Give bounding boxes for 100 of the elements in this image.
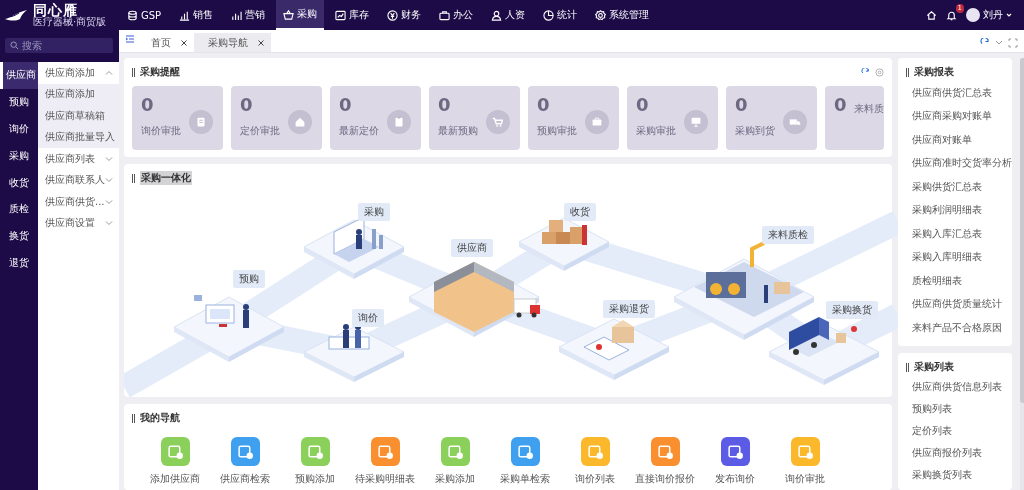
submenu-group[interactable]: 供应商设置 — [45, 216, 95, 231]
top-nav-tab[interactable]: 办公 — [432, 0, 481, 30]
search-icon — [10, 41, 19, 50]
reminder-card[interactable]: 0 询价审批 — [132, 86, 223, 150]
chevron-icon[interactable] — [105, 220, 113, 227]
quick-nav-link[interactable]: 采购添加 — [420, 437, 490, 486]
sidebar-item[interactable]: 换货 — [0, 222, 38, 250]
quick-nav-link[interactable]: 询价审批 — [770, 437, 840, 486]
list-link[interactable]: 供应商供货信息列表 — [906, 376, 1012, 398]
reminder-card[interactable]: 0 定价审批 — [231, 86, 322, 150]
top-nav-tab[interactable]: 采购 — [276, 0, 325, 30]
submenu-group[interactable]: 供应商联系人 — [45, 173, 105, 188]
reminder-card[interactable]: 0 来料质 — [825, 86, 884, 150]
panel-title: 采购一体化 — [140, 171, 192, 185]
report-link[interactable]: 供应商采购对账单 — [906, 104, 1012, 128]
fullscreen-icon[interactable] — [1008, 37, 1018, 48]
report-link[interactable]: 来料产品不合格原因 — [906, 316, 1012, 340]
report-link[interactable]: 供应商对账单 — [906, 128, 1012, 152]
step-label[interactable]: 采购 — [358, 203, 390, 221]
step-label[interactable]: 采购换货 — [826, 301, 878, 319]
top-nav-tab[interactable]: 财务 — [380, 0, 429, 30]
home-icon[interactable] — [926, 9, 937, 21]
sidebar-item[interactable]: 预购 — [0, 88, 38, 116]
quick-nav-link[interactable]: 供应商检索 — [210, 437, 280, 486]
sidebar-item[interactable]: 供应商 — [0, 62, 38, 89]
reminder-card[interactable]: 0 采购审批 — [627, 86, 718, 150]
page-tab[interactable]: 首页 — [137, 33, 194, 52]
step-label[interactable]: 来料质检 — [762, 226, 814, 244]
settings-icon[interactable] — [875, 67, 884, 77]
quick-nav-link[interactable]: 询价列表 — [560, 437, 630, 486]
panel-title: 采购报表 — [914, 65, 954, 79]
submenu-group[interactable]: 供应商列表 — [45, 151, 95, 166]
quick-nav-link[interactable]: 预购添加 — [280, 437, 350, 486]
submenu-group[interactable]: 供应商供货... — [45, 194, 105, 209]
top-nav-tab[interactable]: 库存 — [328, 0, 377, 30]
list-link[interactable]: 供应商报价列表 — [906, 442, 1012, 464]
top-nav-tab[interactable]: 统计 — [536, 0, 585, 30]
report-link[interactable]: 质检明细表 — [906, 269, 1012, 293]
quick-nav-link[interactable]: 待采购明细表 — [350, 437, 420, 486]
reminder-label: 最新定价 — [339, 124, 380, 138]
reminder-card[interactable]: 0 最新定价 — [330, 86, 421, 150]
chevron-down-icon[interactable] — [995, 38, 1003, 47]
step-label[interactable]: 收货 — [564, 203, 596, 221]
reminder-label: 采购到货 — [735, 124, 776, 138]
quick-nav-link[interactable]: 发布询价 — [700, 437, 770, 486]
report-link[interactable]: 采购入库明细表 — [906, 245, 1012, 269]
reminder-card[interactable]: 0 最新预购 — [429, 86, 520, 150]
bell-icon[interactable] — [946, 9, 957, 21]
list-link[interactable]: 采购换货列表 — [906, 464, 1012, 486]
panel-title: 采购提醒 — [140, 65, 180, 79]
top-nav-tab[interactable]: 销售 — [172, 0, 221, 30]
house-icon — [293, 115, 307, 129]
search-field[interactable]: 搜索 — [5, 38, 113, 53]
report-link[interactable]: 供应商准时交货率分析 — [906, 151, 1012, 175]
sidebar-item[interactable]: 质检 — [0, 196, 38, 223]
people-drawing — [328, 324, 370, 350]
step-label[interactable]: 预购 — [233, 270, 265, 288]
collapse-menu-icon[interactable] — [125, 34, 135, 44]
submenu-item[interactable]: 供应商添加 — [38, 83, 119, 105]
sidebar-item[interactable]: 收货 — [0, 169, 38, 196]
list-link[interactable]: 预购列表 — [906, 398, 1012, 420]
report-link[interactable]: 采购入库汇总表 — [906, 222, 1012, 246]
top-nav-tab[interactable]: 系统管理 — [588, 0, 657, 30]
person-icon — [491, 9, 503, 21]
truck-drawing — [789, 317, 857, 357]
chevron-icon[interactable] — [105, 155, 113, 162]
reminder-count: 0 — [636, 94, 650, 116]
report-link[interactable]: 供应商供货汇总表 — [906, 81, 1012, 105]
page-tab[interactable]: 采购导航 — [194, 33, 271, 52]
close-icon — [257, 38, 265, 47]
sidebar-item[interactable]: 采购 — [0, 142, 38, 170]
sidebar-item[interactable]: 询价 — [0, 115, 38, 143]
reminder-card[interactable]: 0 采购到货 — [726, 86, 817, 150]
top-nav-tab[interactable]: 人资 — [484, 0, 533, 30]
reminder-label: 询价审批 — [141, 124, 182, 138]
quick-nav-link[interactable]: 直接询价报价 — [630, 437, 700, 486]
avatar[interactable] — [966, 8, 980, 22]
top-nav-tab[interactable]: GSP — [120, 0, 169, 30]
sidebar-item[interactable]: 退货 — [0, 249, 38, 277]
report-link[interactable]: 采购供货汇总表 — [906, 175, 1012, 199]
chevron-icon[interactable] — [105, 198, 113, 205]
reminder-card[interactable]: 0 预购审批 — [528, 86, 619, 150]
chevron-icon[interactable] — [105, 177, 113, 184]
step-label[interactable]: 采购退货 — [603, 300, 655, 318]
submenu-item[interactable]: 供应商草稿箱 — [38, 105, 119, 127]
report-link[interactable]: 供应商供货质量统计 — [906, 292, 1012, 316]
quick-nav-link[interactable]: 添加供应商 — [140, 437, 210, 486]
step-label[interactable]: 供应商 — [451, 239, 493, 257]
report-link[interactable]: 采购利润明细表 — [906, 198, 1012, 222]
step-label[interactable]: 询价 — [352, 309, 384, 327]
list-link[interactable]: 定价列表 — [906, 420, 1012, 442]
reminder-label: 采购审批 — [636, 124, 677, 138]
user-name[interactable]: 刘丹 — [983, 8, 1003, 22]
submenu-group[interactable]: 供应商添加 — [45, 65, 95, 80]
phone-parcel-drawing — [583, 320, 634, 361]
submenu-item[interactable]: 供应商批量导入 — [38, 126, 119, 148]
top-nav-tab[interactable]: 营销 — [224, 0, 273, 30]
close-icon — [180, 38, 188, 47]
quick-nav-link[interactable]: 采购单检索 — [490, 437, 560, 486]
chevron-icon[interactable] — [105, 69, 113, 76]
